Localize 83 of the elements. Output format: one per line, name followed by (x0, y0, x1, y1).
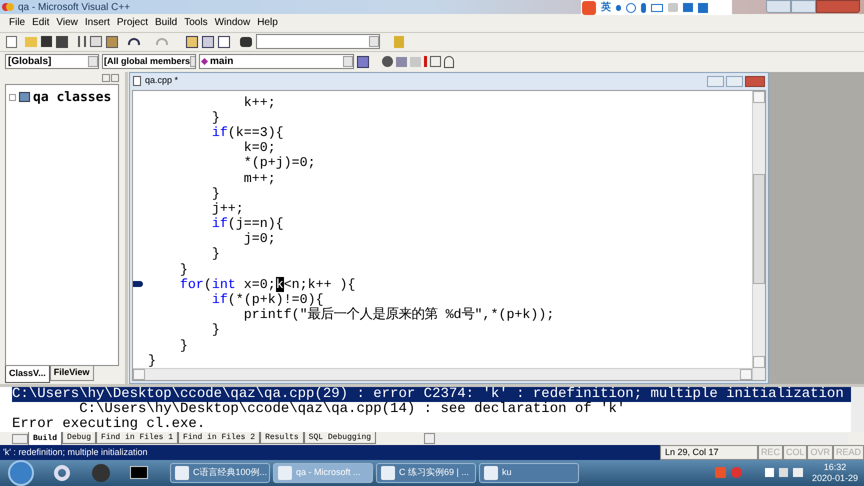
maximize-button[interactable] (791, 0, 816, 13)
output-tab[interactable]: Find in Files 2 (178, 432, 260, 444)
status-indicator: REC (758, 444, 783, 460)
code-line: } (210, 246, 220, 262)
ime-logo-icon (582, 0, 596, 14)
menu-item[interactable]: File (6, 15, 28, 30)
taskbar-button[interactable]: C语言经典100例... (170, 462, 270, 483)
dropdown-icon[interactable] (88, 56, 98, 68)
menu-item[interactable]: View (53, 15, 81, 30)
code-line: k++; (242, 94, 276, 110)
menu-item[interactable]: Build (152, 15, 180, 30)
code-line: } (210, 322, 220, 338)
vertical-scrollbar[interactable] (851, 386, 864, 432)
scroll-left-icon[interactable] (133, 368, 145, 380)
code-line: } (178, 262, 188, 277)
horizontal-scrollbar[interactable] (133, 368, 752, 380)
vertical-scrollbar[interactable] (752, 90, 765, 380)
status-indicator: COL (782, 444, 808, 460)
code-line: } (210, 186, 220, 201)
menu-item[interactable]: Project (114, 15, 151, 30)
output-tab[interactable]: Debug (62, 432, 96, 444)
menu-item[interactable]: Window (212, 15, 254, 30)
tab-scroll-icon[interactable] (12, 434, 28, 444)
menu-item[interactable]: Edit (29, 15, 52, 30)
function-combo[interactable]: main (199, 54, 354, 70)
scroll-right-icon[interactable] (740, 368, 752, 380)
scope-combo[interactable]: [Globals] (5, 54, 99, 70)
start-button[interactable] (8, 460, 34, 486)
close-pane-icon[interactable] (111, 74, 119, 82)
code-line: printf("最后一个人是原来的第 %d号",*(p+k)); (242, 307, 554, 322)
code-line: for(int x=0;k<n;k++ ){ (178, 276, 356, 292)
code-line: *(p+j)=0; (242, 155, 316, 171)
output-line[interactable]: C:\Users\hy\Desktop\ccode\qaz\qa.cpp(14) : see declaration of 'k' (12, 402, 851, 417)
cursor-position: Ln 29, Col 17 (660, 444, 758, 460)
clock-date[interactable]: 2020-01-29 (812, 472, 858, 484)
editor-title: qa.cpp * (145, 74, 178, 88)
classes-icon (19, 92, 30, 102)
scroll-down-icon[interactable] (753, 356, 765, 368)
output-tab[interactable]: SQL Debugging (304, 432, 376, 444)
menu-item[interactable]: Help (254, 15, 281, 30)
scroll-up-icon[interactable] (753, 90, 765, 103)
members-combo[interactable]: [All global members (102, 54, 196, 70)
status-indicator: OVR (807, 444, 833, 460)
code-line: } (178, 338, 188, 353)
code-line: if(j==n){ (210, 216, 284, 232)
document-icon (133, 76, 141, 86)
output-tab[interactable]: Results (260, 432, 304, 444)
close-button[interactable] (745, 76, 765, 87)
scroll-left-icon[interactable] (424, 433, 436, 444)
code-line: } (210, 110, 220, 125)
horizontal-scrollbar[interactable] (435, 433, 848, 444)
clock-time[interactable]: 16:32 (824, 462, 846, 473)
code-line: m++; (242, 170, 276, 186)
code-line: if(*(p+k)!=0){ (210, 292, 324, 308)
code-line: j=0; (242, 231, 276, 246)
workspace-tab[interactable]: ClassV... (5, 366, 50, 383)
scroll-thumb[interactable] (753, 174, 765, 284)
minimize-button[interactable] (707, 76, 724, 87)
restore-pane-icon[interactable] (102, 74, 110, 82)
menu-item[interactable]: Insert (82, 15, 113, 30)
dropdown-icon[interactable] (369, 36, 379, 48)
dropdown-icon[interactable] (343, 56, 353, 68)
method-icon (200, 58, 208, 66)
window-title: qa - Microsoft Visual C++ (18, 0, 130, 14)
status-message: 'k' : redefinition; multiple initialization (2, 446, 149, 459)
minimize-button[interactable] (766, 0, 791, 13)
taskbar-button[interactable]: C 练习实例69 | ... (376, 462, 476, 483)
tree-item[interactable]: qa classes (33, 88, 112, 108)
output-tab[interactable]: Find in Files 1 (96, 432, 178, 444)
code-line: k=0; (242, 140, 276, 156)
find-combo[interactable] (256, 34, 380, 50)
menu-item[interactable]: Tools (181, 15, 211, 30)
workspace-tab[interactable]: FileView (50, 366, 94, 381)
terminal-icon[interactable] (130, 466, 148, 480)
output-line[interactable]: Error executing cl.exe. (12, 416, 851, 432)
ime-language[interactable]: 英 (601, 0, 611, 15)
taskbar-button[interactable]: ku (479, 462, 579, 483)
expand-icon[interactable] (9, 94, 16, 101)
code-line: } (148, 352, 156, 368)
code-line: if(k==3){ (210, 124, 284, 140)
status-indicator: READ (832, 444, 864, 460)
code-line: j++; (210, 200, 244, 216)
output-tab[interactable]: Build (28, 432, 62, 446)
